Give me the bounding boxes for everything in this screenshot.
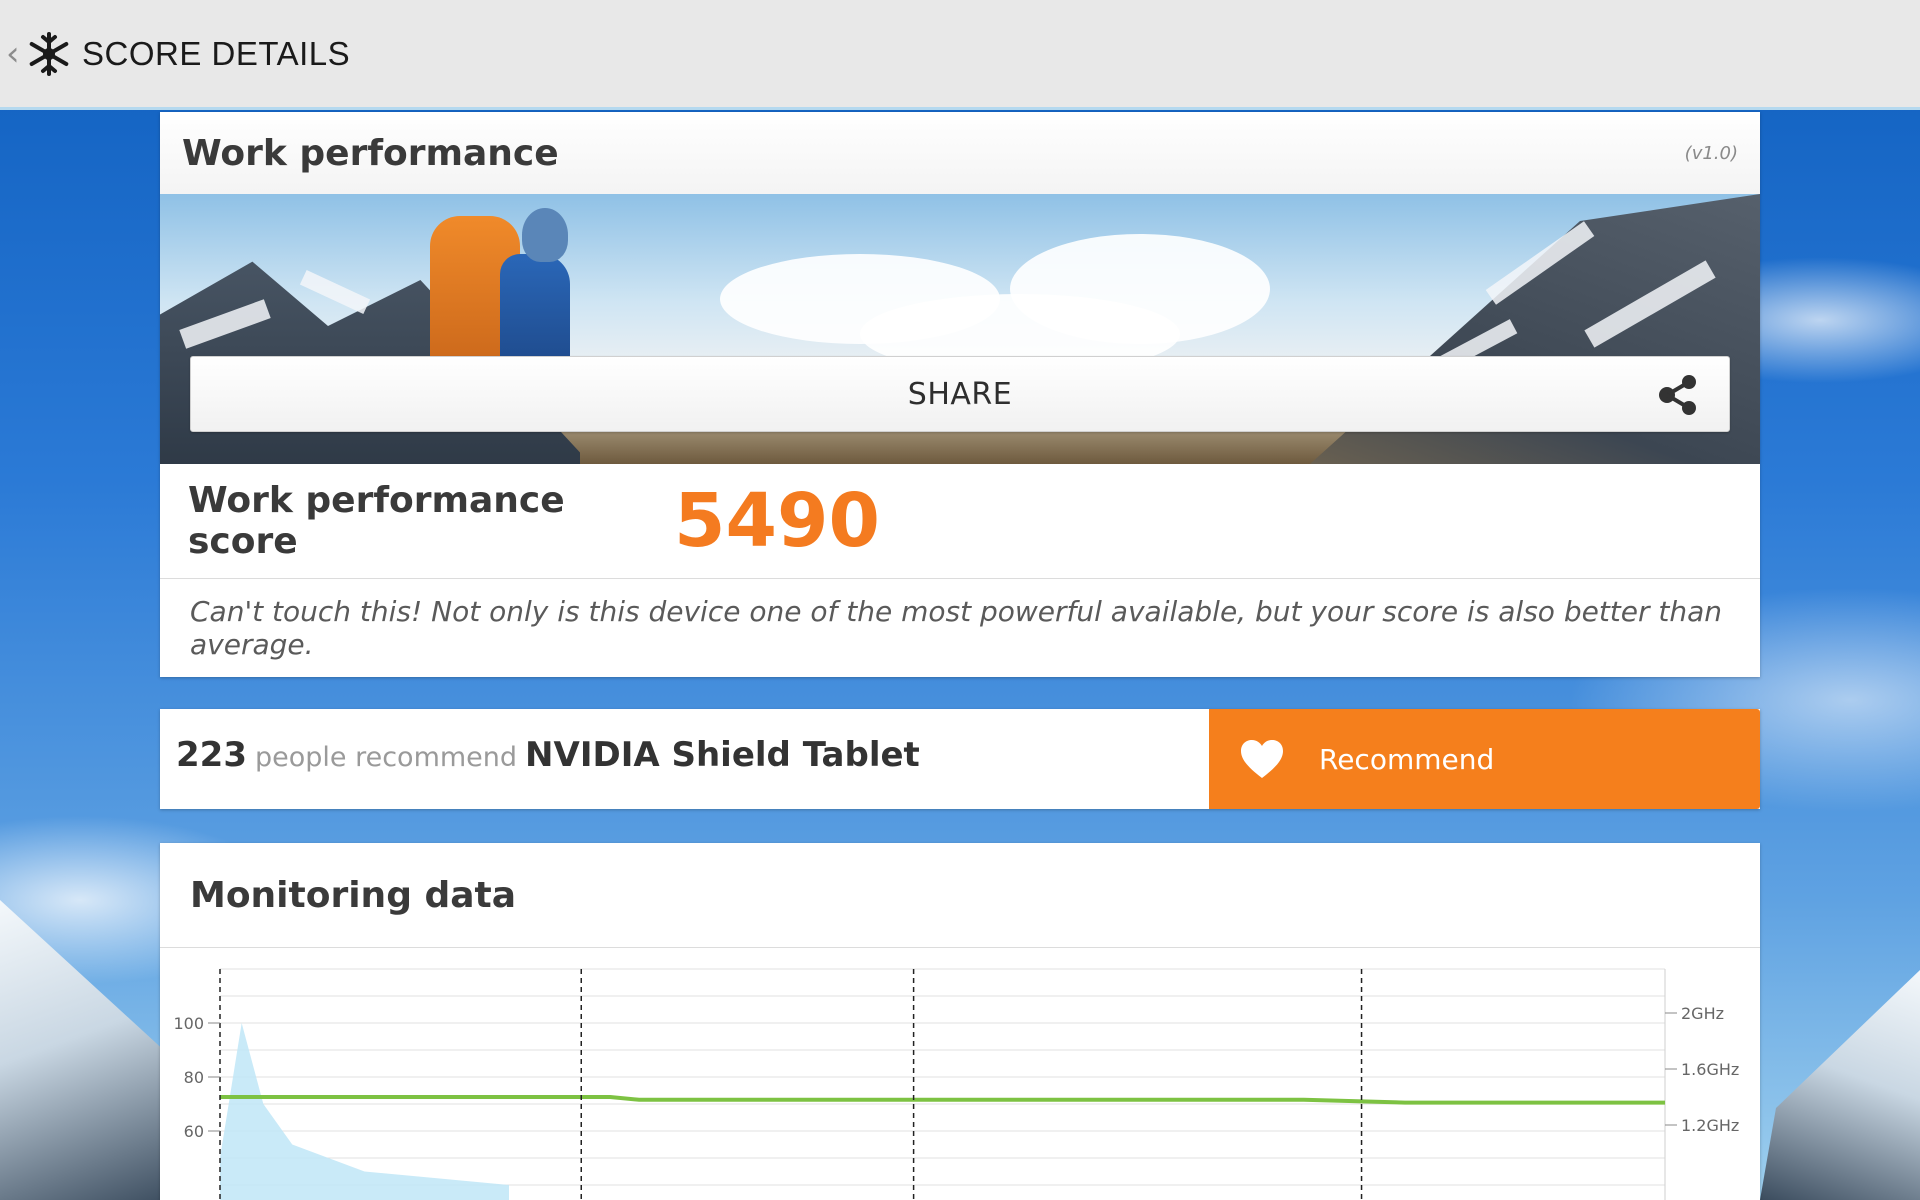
share-icon <box>1659 375 1696 415</box>
recommend-button-label: Recommend <box>1319 742 1495 776</box>
hiker-head <box>522 208 568 262</box>
work-performance-title: Work performance <box>182 132 559 174</box>
share-button[interactable]: SHARE <box>190 356 1730 432</box>
monitoring-title: Monitoring data <box>190 874 517 916</box>
device-name: NVIDIA Shield Tablet <box>525 735 920 775</box>
monitoring-header: Monitoring data <box>160 843 1760 948</box>
share-label: SHARE <box>907 376 1013 412</box>
work-performance-card: Work performance (v1.0) SHARE Work perfo… <box>160 112 1760 677</box>
right-axis-tick-label: 1.2GHz <box>1681 1116 1739 1135</box>
version-label: (v1.0) <box>1684 142 1738 164</box>
frequency-line-series <box>220 1095 1665 1105</box>
left-axis-tick-label: 80 <box>184 1068 204 1087</box>
snowflake-icon[interactable] <box>26 31 72 77</box>
monitoring-card: Monitoring data 60 80 100 1.2GHz 1.6GHz 2GHz <box>160 843 1760 1200</box>
recommend-text: people recommend <box>254 742 518 773</box>
page-title: SCORE DETAILS <box>82 34 351 72</box>
recommend-summary: 223 people recommend NVIDIA Shield Table… <box>160 709 1209 809</box>
hiker-banner-image: SHARE <box>160 194 1760 464</box>
recommend-count: 223 <box>176 735 247 775</box>
score-value: 5490 <box>674 478 880 564</box>
score-label: Work performance score <box>188 480 565 562</box>
score-row: Work performance score 5490 <box>160 464 1760 579</box>
right-axis-tick-label: 1.6GHz <box>1681 1060 1739 1079</box>
monitoring-chart: 60 80 100 1.2GHz 1.6GHz 2GHz <box>173 968 1739 1200</box>
heart-icon <box>1241 740 1283 778</box>
right-axis-tick-label: 2GHz <box>1681 1004 1724 1023</box>
score-comment: Can't touch this! Not only is this devic… <box>190 595 1723 661</box>
left-axis-tick-label: 60 <box>184 1122 204 1141</box>
background-mountain-right <box>1760 970 1920 1200</box>
chevron-left-icon[interactable]: ‹ <box>6 34 24 74</box>
background-mountain-left <box>0 900 180 1200</box>
action-bar: ‹ SCORE DETAILS <box>0 0 1920 110</box>
work-performance-header: Work performance (v1.0) <box>160 112 1760 194</box>
recommend-button[interactable]: Recommend <box>1209 709 1760 809</box>
left-axis-tick-label: 100 <box>173 1014 204 1033</box>
recommend-card: 223 people recommend NVIDIA Shield Table… <box>160 709 1760 809</box>
